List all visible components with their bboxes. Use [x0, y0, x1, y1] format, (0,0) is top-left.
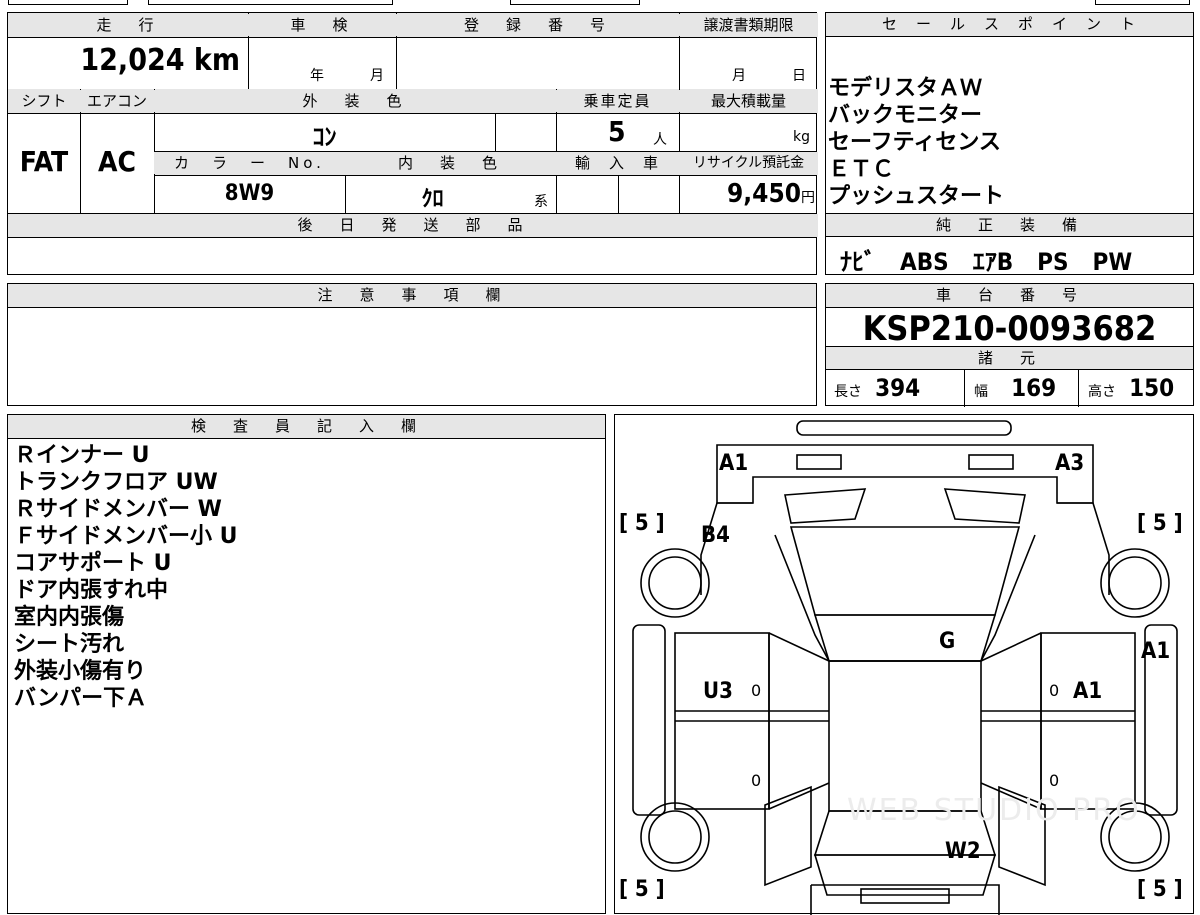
inspector-note: 外装小傷有り — [14, 659, 147, 684]
vehicle-info-table: 走 行 車 検 登 録 番 号 譲渡書類期限 12,024 km 年 月 月 日… — [7, 12, 818, 275]
color-number-value: 8W9 — [224, 181, 275, 206]
capacity-header: 乗車定員 — [556, 90, 679, 112]
inspector-note: コアサポート U — [14, 551, 172, 576]
sales-point-item: プッシュスタート — [828, 184, 1005, 209]
inspector-note: トランクフロア UW — [14, 470, 218, 495]
mark-right-fender: A1 — [1141, 639, 1171, 664]
transfer-deadline-header: 譲渡書類期限 — [679, 14, 818, 36]
watermark: WEB STUDIO PRO — [847, 793, 1141, 828]
exterior-color-value: ｺﾝ — [312, 123, 337, 151]
import-header: 輸 入 車 — [556, 152, 679, 174]
height-spec: 高さ 150 — [1088, 374, 1175, 402]
recycle-fee-value: 9,450円 — [727, 179, 815, 209]
transfer-month: 月 — [732, 68, 746, 84]
inspector-note: Ｒインナー U — [14, 443, 150, 468]
car-outline-drawing — [632, 420, 1178, 915]
inspector-note: ドア内張すれ中 — [14, 578, 169, 603]
aircon-header: エアコン — [80, 90, 154, 112]
interior-color-suffix: 系 — [534, 194, 548, 210]
sales-points-list: モデリスタＡＷ バックモニター セーフティセンス ＥＴＣ プッシュスタート — [828, 75, 1188, 210]
max-load-unit: kg — [793, 129, 810, 145]
aircon-value: AC — [98, 145, 136, 178]
inspector-notes-panel: 検 査 員 記 入 欄 Ｒインナー U トランクフロア UW Ｒサイドメンバー … — [7, 414, 606, 914]
top-cutoff-strip — [0, 0, 1200, 6]
transfer-day: 日 — [792, 68, 806, 84]
mark-rear: W2 — [945, 839, 981, 864]
sales-point-item: ＥＴＣ — [828, 157, 895, 182]
mark-front-right: A3 — [1055, 451, 1085, 476]
interior-color-header: 内 装 色 — [345, 152, 556, 174]
shift-value: FAT — [19, 145, 69, 178]
caution-header: 注 意 事 項 欄 — [8, 284, 816, 308]
mileage-header: 走 行 — [8, 14, 248, 36]
inspector-note: Ｆサイドメンバー小 U — [14, 524, 238, 549]
capacity-unit: 人 — [653, 132, 667, 148]
sales-point-item: モデリスタＡＷ — [828, 76, 983, 101]
tire-front-right: [ 5 ] — [1137, 511, 1183, 536]
door-zero: 0 — [1049, 771, 1060, 790]
tire-rear-right: [ 5 ] — [1137, 877, 1183, 902]
length-spec: 長さ 394 — [834, 374, 921, 402]
chassis-panel: 車 台 番 号 KSP210-0093682 諸 元 長さ 394 幅 169 … — [825, 283, 1194, 407]
inspector-notes-list: Ｒインナー U トランクフロア UW Ｒサイドメンバー W Ｆサイドメンバー小 … — [14, 442, 594, 712]
exterior-color-header: 外 装 色 — [154, 90, 556, 112]
sales-points-header: セ ー ル ス ポ イ ン ト — [826, 13, 1193, 37]
door-zero: 0 — [1049, 681, 1060, 700]
shift-header: シフト — [8, 90, 80, 112]
inspector-note: シート汚れ — [14, 632, 125, 657]
inspection-month: 月 — [370, 68, 384, 84]
chassis-header: 車 台 番 号 — [826, 284, 1193, 308]
color-number-header: カ ラ ー No. — [154, 152, 345, 174]
mark-right-door: A1 — [1073, 679, 1103, 704]
chassis-number: KSP210-0093682 — [862, 309, 1157, 349]
mileage-value: 12,024 km — [80, 43, 240, 78]
caution-panel: 注 意 事 項 欄 — [7, 283, 817, 406]
registration-number-header: 登 録 番 号 — [396, 14, 679, 36]
tire-front-left: [ 5 ] — [619, 511, 665, 536]
mark-front-left: A1 — [719, 451, 749, 476]
recycle-fee-header: リサイクル預託金 — [679, 152, 818, 174]
door-zero: 0 — [751, 681, 762, 700]
sales-point-item: バックモニター — [828, 103, 983, 128]
genuine-equipment-header: 純 正 装 備 — [826, 214, 1193, 237]
inspection-year: 年 — [310, 68, 324, 84]
sales-points-panel: セ ー ル ス ポ イ ン ト モデリスタＡＷ バックモニター セーフティセンス… — [825, 12, 1194, 276]
door-zero: 0 — [751, 771, 762, 790]
inspector-note: 室内内張傷 — [14, 605, 125, 630]
mark-left-fender: B4 — [701, 523, 730, 548]
tire-rear-left: [ 5 ] — [619, 877, 665, 902]
inspector-note: バンパー下Ａ — [14, 686, 148, 711]
inspector-note: Ｒサイドメンバー W — [14, 497, 222, 522]
genuine-equipment-value: ﾅﾋﾞ ABS ｴｱB PS PW — [840, 248, 1133, 276]
car-diagram-panel: A1 A3 B4 G A1 U3 A1 W2 [ 5 ] [ 5 ] [ 5 ]… — [614, 414, 1194, 915]
inspection-header: 車 検 — [248, 14, 396, 36]
inspector-notes-header: 検 査 員 記 入 欄 — [8, 415, 605, 439]
later-parts-header: 後 日 発 送 部 品 — [8, 214, 818, 236]
width-spec: 幅 169 — [974, 374, 1057, 402]
interior-color-value: ｸﾛ — [421, 187, 444, 212]
sales-point-item: セーフティセンス — [828, 130, 1001, 155]
specs-header: 諸 元 — [826, 347, 1193, 370]
max-load-header: 最大積載量 — [679, 90, 818, 112]
capacity-value: 5 — [608, 115, 626, 148]
mark-left-door: U3 — [703, 679, 733, 704]
mark-hood: G — [939, 629, 956, 654]
